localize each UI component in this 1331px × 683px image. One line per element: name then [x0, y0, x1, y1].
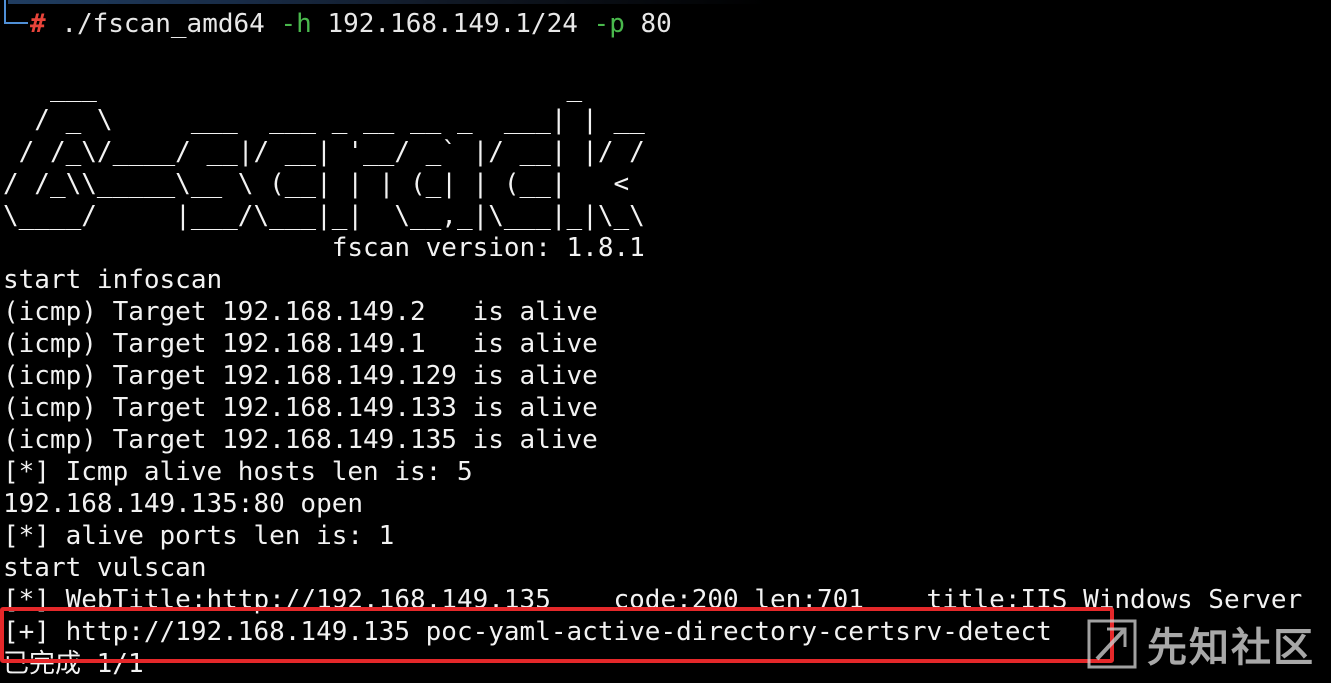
- output-line: [*] Icmp alive hosts len is: 5: [3, 457, 473, 487]
- flag-h: -h: [280, 9, 312, 39]
- prompt-decoration: [8, 0, 768, 4]
- output-line: (icmp) Target 192.168.149.133 is alive: [3, 393, 598, 423]
- watermark: 先知社区: [1085, 615, 1315, 673]
- output-line: 192.168.149.135:80 open: [3, 489, 364, 519]
- output-line: (icmp) Target 192.168.149.2 is alive: [3, 297, 598, 327]
- prompt-corner-line: [4, 0, 28, 24]
- output-line: (icmp) Target 192.168.149.135 is alive: [3, 425, 598, 455]
- highlight-box: [0, 607, 1114, 663]
- banner-line: / _ \ ___ ___ _ __ __ _ ___| | __: [3, 105, 645, 135]
- watermark-text: 先知社区: [1147, 625, 1315, 671]
- banner-line: \____/ |___/\___|_| \__,_|\___|_|\_\: [3, 201, 645, 231]
- prompt-hash: #: [30, 9, 46, 39]
- command-name: ./fscan_amd64: [61, 9, 265, 39]
- flag-p: -p: [593, 9, 625, 39]
- command-line: # ./fscan_amd64 -h 192.168.149.1/24 -p 8…: [30, 8, 672, 40]
- xianzhi-logo-icon: [1087, 619, 1137, 669]
- command-port: 80: [640, 9, 672, 39]
- output-line: (icmp) Target 192.168.149.129 is alive: [3, 361, 598, 391]
- terminal-window[interactable]: # ./fscan_amd64 -h 192.168.149.1/24 -p 8…: [0, 0, 1331, 683]
- output-line: (icmp) Target 192.168.149.1 is alive: [3, 329, 598, 359]
- banner-line: ___ _: [3, 73, 583, 103]
- command-target: 192.168.149.1/24: [327, 9, 578, 39]
- banner-line: / /_\\_____\__ \ (__| | | (_| | (__| <: [3, 169, 630, 199]
- output-line: start infoscan: [3, 265, 223, 295]
- banner-line: / /_\/____/ __|/ __| '__/ _` |/ __| |/ /: [3, 137, 645, 167]
- version-line: fscan version: 1.8.1: [3, 233, 645, 263]
- output-line: start vulscan: [3, 553, 207, 583]
- output-line: [*] alive ports len is: 1: [3, 521, 395, 551]
